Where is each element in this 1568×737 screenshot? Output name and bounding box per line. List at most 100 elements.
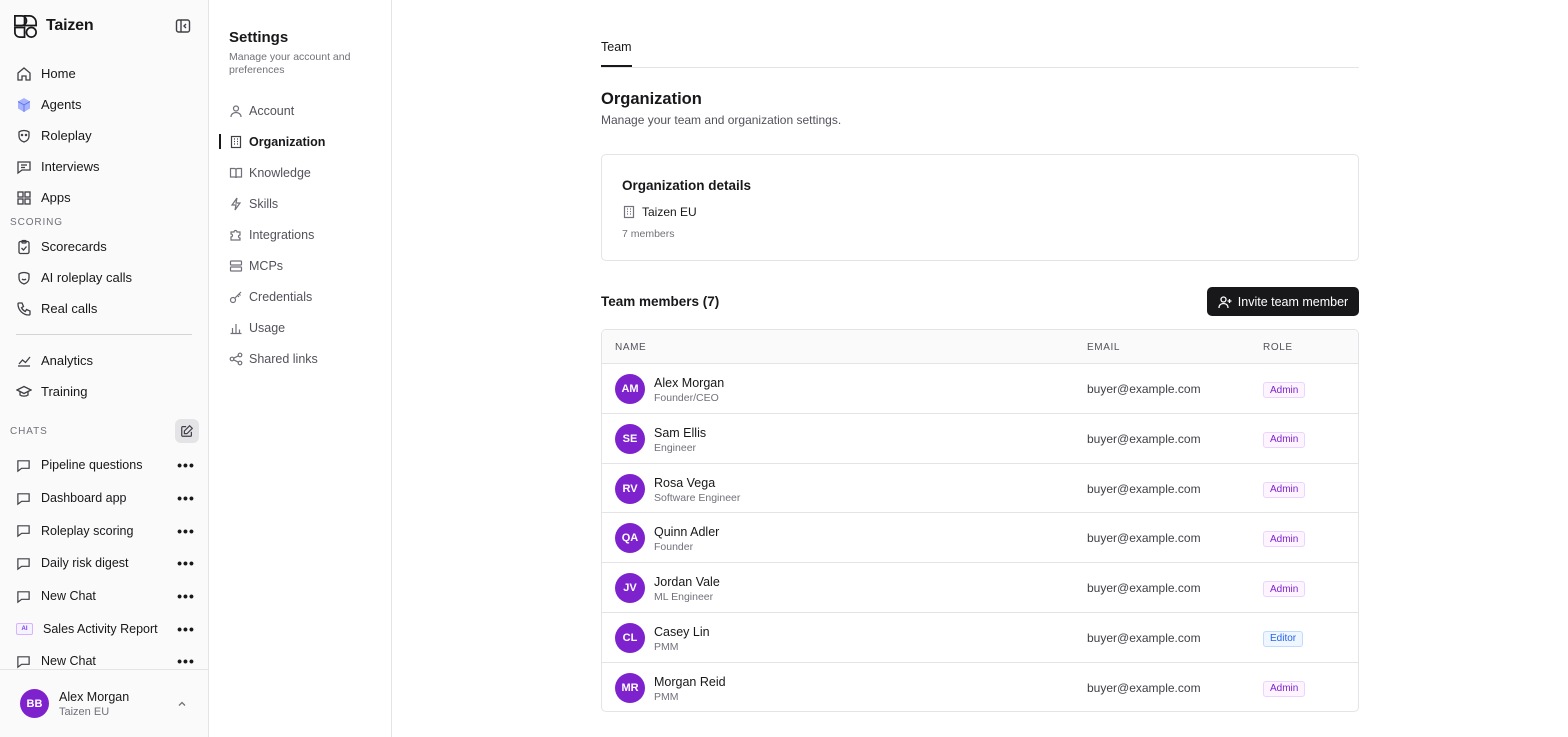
nav-item-training[interactable]: Training <box>10 376 199 407</box>
settings-item-shared-links[interactable]: Shared links <box>219 343 382 374</box>
member-name: Casey Lin <box>654 624 710 639</box>
column-header-email: EMAIL <box>1087 342 1121 353</box>
scoring-section-label: SCORING <box>10 216 63 228</box>
settings-item-knowledge[interactable]: Knowledge <box>219 157 382 188</box>
chat-title: Roleplay scoring <box>41 523 134 538</box>
chat-more-button[interactable]: ••• <box>177 621 195 637</box>
nav-item-analytics[interactable]: Analytics <box>10 345 199 376</box>
settings-item-label: Organization <box>249 134 326 149</box>
table-row[interactable]: CL Casey Lin PMM buyer@example.com Edito… <box>602 613 1358 663</box>
brand[interactable]: Taizen <box>12 12 94 40</box>
chat-bubble-icon <box>17 525 30 538</box>
member-title: PMM <box>654 640 679 653</box>
interviews-icon <box>17 160 31 174</box>
building-icon <box>230 135 242 148</box>
settings-item-mcps[interactable]: MCPs <box>219 250 382 281</box>
server-icon <box>229 259 243 272</box>
chat-more-button[interactable]: ••• <box>177 457 195 473</box>
key-icon <box>229 291 242 303</box>
org-name: Taizen EU <box>642 205 697 219</box>
nav-label: Training <box>41 384 88 399</box>
new-chat-button[interactable] <box>175 419 199 443</box>
table-row[interactable]: QA Quinn Adler Founder buyer@example.com… <box>602 513 1358 564</box>
graduation-icon <box>16 385 32 397</box>
roleplay-icon <box>18 129 30 143</box>
chat-bubble-icon <box>17 558 30 571</box>
book-icon <box>229 167 243 178</box>
settings-item-account[interactable]: Account <box>219 95 382 126</box>
settings-subtitle: Manage your account and preferences <box>229 51 351 76</box>
user-menu[interactable]: BB Alex Morgan Taizen EU <box>0 669 208 737</box>
team-members-title: Team members (7) <box>601 294 720 309</box>
chat-bubble-icon <box>17 656 30 669</box>
table-row[interactable]: SE Sam Ellis Engineer buyer@example.com … <box>602 414 1358 464</box>
ai-call-icon <box>18 271 30 285</box>
settings-item-usage[interactable]: Usage <box>219 312 382 343</box>
nav-label: Real calls <box>41 301 98 316</box>
nav-item-roleplay[interactable]: Roleplay <box>10 120 199 151</box>
invite-team-member-button[interactable]: Invite team member <box>1207 287 1359 316</box>
chat-item[interactable]: Dashboard app ••• <box>10 482 199 515</box>
chat-more-button[interactable]: ••• <box>177 490 195 506</box>
table-row[interactable]: AM Alex Morgan Founder/CEO buyer@example… <box>602 364 1358 414</box>
role-badge[interactable]: Admin <box>1263 680 1306 697</box>
chat-title: New Chat <box>41 654 96 669</box>
settings-item-organization[interactable]: Organization <box>219 126 382 157</box>
chat-item[interactable]: Daily risk digest ••• <box>10 547 199 580</box>
table-row[interactable]: RV Rosa Vega Software Engineer buyer@exa… <box>602 464 1358 514</box>
nav-label: Apps <box>41 190 71 205</box>
chat-item[interactable]: Pipeline questions ••• <box>10 449 199 482</box>
table-row[interactable]: MR Morgan Reid PMM buyer@example.com Adm… <box>602 663 1358 711</box>
member-title: PMM <box>654 690 679 703</box>
member-title: Engineer <box>654 441 697 454</box>
home-icon <box>17 66 31 81</box>
nav-item-interviews[interactable]: Interviews <box>10 151 199 182</box>
ai-badge-icon: AI <box>16 622 33 635</box>
role-badge[interactable]: Admin <box>1263 581 1306 598</box>
role-badge[interactable]: Editor <box>1263 630 1304 647</box>
user-plus-icon <box>1218 295 1232 308</box>
chat-more-button[interactable]: ••• <box>177 653 195 669</box>
table-row[interactable]: JV Jordan Vale ML Engineer buyer@example… <box>602 563 1358 613</box>
chat-title: New Chat <box>41 589 96 604</box>
chat-bubble-icon <box>17 460 30 473</box>
settings-item-label: Credentials <box>249 289 313 304</box>
chevron-up-icon <box>178 701 186 706</box>
chat-more-button[interactable]: ••• <box>177 588 195 604</box>
member-email: buyer@example.com <box>1087 481 1201 496</box>
nav-item-home[interactable]: Home <box>10 58 199 89</box>
role-badge[interactable]: Admin <box>1263 382 1306 398</box>
column-header-role: ROLE <box>1263 342 1293 353</box>
tab-team[interactable]: Team <box>601 40 632 67</box>
nav-item-real-calls[interactable]: Real calls <box>10 293 199 324</box>
nav-item-agents[interactable]: Agents <box>10 89 199 120</box>
nav-item-apps[interactable]: Apps <box>10 182 199 213</box>
user-icon <box>230 104 242 117</box>
nav-label: AI roleplay calls <box>41 270 133 285</box>
cube-icon <box>17 97 31 112</box>
settings-item-credentials[interactable]: Credentials <box>219 281 382 312</box>
nav-item-ai-roleplay-calls[interactable]: AI roleplay calls <box>10 262 199 293</box>
chat-bubble-icon <box>17 492 30 505</box>
settings-item-skills[interactable]: Skills <box>219 188 382 219</box>
chat-more-button[interactable]: ••• <box>177 523 195 539</box>
role-badge[interactable]: Admin <box>1263 481 1306 498</box>
page-title: Organization <box>601 90 702 108</box>
invite-button-label: Invite team member <box>1237 294 1349 309</box>
nav-label: Analytics <box>41 353 94 368</box>
role-badge[interactable]: Admin <box>1263 431 1306 448</box>
apps-icon <box>17 190 31 205</box>
clipboard-icon <box>18 239 30 254</box>
nav-label: Scorecards <box>41 239 107 254</box>
nav-item-scorecards[interactable]: Scorecards <box>10 231 199 262</box>
chat-item[interactable]: New Chat ••• <box>10 580 199 613</box>
settings-item-integrations[interactable]: Integrations <box>219 219 382 250</box>
collapse-sidebar-icon[interactable] <box>175 18 191 34</box>
chat-item[interactable]: Roleplay scoring ••• <box>10 514 199 547</box>
chart-icon <box>18 356 31 367</box>
member-name: Jordan Vale <box>654 575 720 590</box>
chat-item[interactable]: AI Sales Activity Report ••• <box>10 612 199 645</box>
role-badge[interactable]: Admin <box>1263 531 1306 548</box>
settings-panel: Settings Manage your account and prefere… <box>209 0 392 737</box>
chat-more-button[interactable]: ••• <box>177 555 195 571</box>
